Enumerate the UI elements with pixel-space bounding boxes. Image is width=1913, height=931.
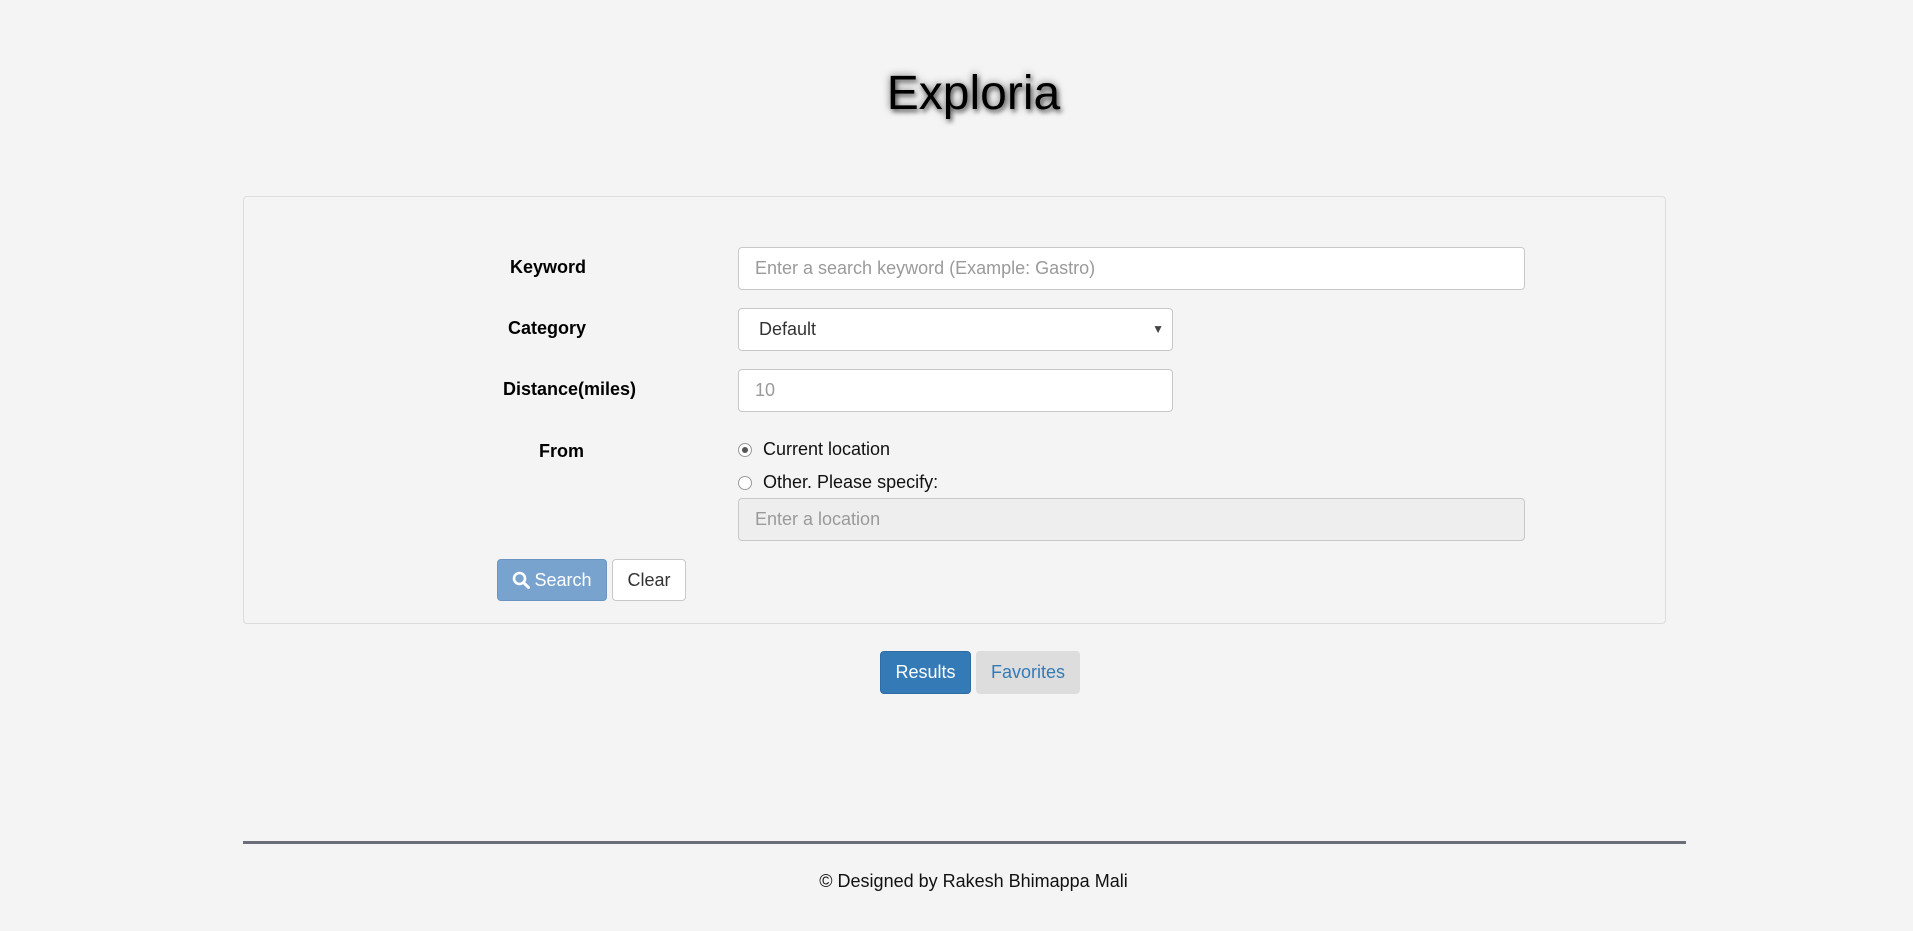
distance-input[interactable] (738, 369, 1173, 412)
keyword-input[interactable] (738, 247, 1525, 290)
radio-other-location[interactable] (738, 475, 752, 490)
keyword-label: Keyword (510, 257, 587, 277)
search-form-panel: Keyword Category Default ▼ Distance(mile… (243, 196, 1666, 624)
category-select[interactable]: Default ▼ (738, 308, 1173, 351)
radio-current-location-row[interactable]: Current location (738, 439, 890, 460)
search-icon (512, 571, 531, 589)
footer-credit: © Designed by Rakesh Bhimappa Mali (819, 871, 1128, 891)
app-title: Exploria (886, 67, 1061, 120)
distance-label: Distance(miles) (503, 379, 637, 399)
caret-down-icon: ▼ (1152, 322, 1164, 336)
tab-results[interactable]: Results (880, 651, 971, 694)
category-selected-value: Default (759, 319, 817, 339)
radio-current-location[interactable] (738, 442, 752, 457)
footer-divider (243, 841, 1686, 844)
tab-results-label: Results (895, 662, 956, 682)
page: Exploria Keyword Category Default ▼ Dist… (0, 0, 1913, 931)
location-input[interactable] (738, 498, 1525, 541)
radio-other-location-label: Other. Please specify: (763, 472, 939, 492)
tab-favorites-label: Favorites (990, 662, 1066, 682)
search-button-label: Search (534, 569, 592, 590)
from-label: From (539, 441, 584, 461)
clear-button-label: Clear (627, 569, 671, 590)
category-label: Category (508, 318, 587, 338)
clear-button[interactable]: Clear (612, 559, 686, 601)
tab-favorites[interactable]: Favorites (976, 651, 1080, 694)
radio-other-location-row[interactable]: Other. Please specify: (738, 472, 938, 493)
radio-current-location-label: Current location (763, 439, 891, 459)
search-button[interactable]: Search (497, 559, 607, 601)
